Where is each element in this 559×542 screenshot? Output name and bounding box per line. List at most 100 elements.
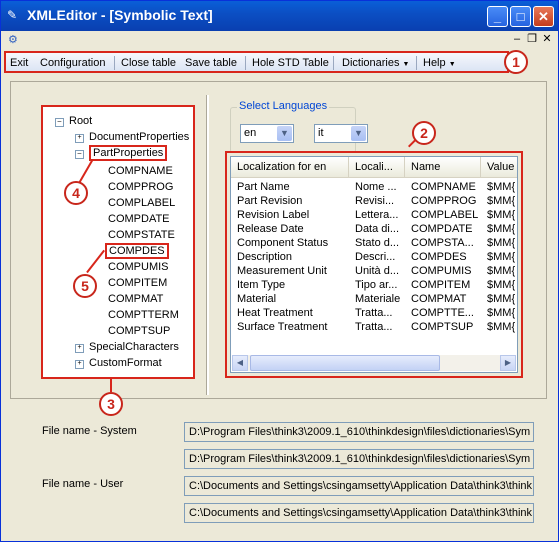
table-row[interactable]: Release Date Data di... COMPDATE $MM{ xyxy=(231,222,517,236)
table-cell[interactable]: Data di... xyxy=(349,222,405,236)
collapse-icon[interactable]: – xyxy=(55,118,64,127)
table-row[interactable]: Revision Label Lettera... COMPLABEL $MM{ xyxy=(231,208,517,222)
table-cell[interactable]: Surface Treatment xyxy=(231,320,349,334)
column-header-localization[interactable]: Localization for en xyxy=(231,157,349,177)
mdi-restore-icon[interactable]: ❐ xyxy=(525,33,539,46)
table-cell[interactable]: COMPPROG xyxy=(405,194,481,208)
table-cell[interactable]: $MM{ xyxy=(481,264,517,278)
tree-root[interactable]: – Root xyxy=(55,115,92,127)
table-cell[interactable]: $MM{ xyxy=(481,306,517,320)
table-cell[interactable]: Nome ... xyxy=(349,180,405,194)
scroll-left-icon[interactable]: ◀ xyxy=(232,355,248,371)
tree-leaf[interactable]: COMPUMIS xyxy=(108,261,169,273)
tree-leaf[interactable]: COMPMAT xyxy=(108,293,163,305)
table-cell[interactable]: $MM{ xyxy=(481,250,517,264)
chevron-down-icon[interactable]: ▼ xyxy=(351,126,366,141)
table-cell[interactable]: COMPMAT xyxy=(405,292,481,306)
table-cell[interactable]: COMPDATE xyxy=(405,222,481,236)
table-row[interactable]: Heat Treatment Tratta... COMPTTE... $MM{ xyxy=(231,306,517,320)
table-row[interactable]: Description Descri... COMPDES $MM{ xyxy=(231,250,517,264)
table-cell[interactable]: $MM{ xyxy=(481,222,517,236)
menu-exit[interactable]: Exit xyxy=(10,55,28,71)
table-cell[interactable]: Part Name xyxy=(231,180,349,194)
horizontal-scrollbar[interactable]: ◀ ▶ xyxy=(232,355,516,371)
table-cell[interactable]: $MM{ xyxy=(481,194,517,208)
table-cell[interactable]: Material xyxy=(231,292,349,306)
expand-icon[interactable]: + xyxy=(75,344,84,353)
close-button[interactable]: ✕ xyxy=(533,6,554,27)
language-2-select[interactable]: it ▼ xyxy=(314,124,368,143)
tree-leaf[interactable]: COMPLABEL xyxy=(108,197,175,209)
menu-hole-std-table[interactable]: Hole STD Table xyxy=(252,55,329,71)
table-row[interactable]: Part Revision Revisi... COMPPROG $MM{ xyxy=(231,194,517,208)
tree-leaf-selected[interactable]: COMPDES xyxy=(105,243,169,259)
tree-node-specialcharacters[interactable]: + SpecialCharacters xyxy=(75,341,179,353)
table-cell[interactable]: COMPSTA... xyxy=(405,236,481,250)
table-row[interactable]: Component Status Stato d... COMPSTA... $MM{ xyxy=(231,236,517,250)
language-1-select[interactable]: en ▼ xyxy=(240,124,294,143)
tree-leaf[interactable]: COMPTSUP xyxy=(108,325,170,337)
menu-dictionaries[interactable]: Dictionaries ▼ xyxy=(342,55,409,71)
menu-save-table[interactable]: Save table xyxy=(185,55,237,71)
table-cell[interactable]: $MM{ xyxy=(481,236,517,250)
table-cell[interactable]: COMPITEM xyxy=(405,278,481,292)
table-cell[interactable]: Release Date xyxy=(231,222,349,236)
collapse-icon[interactable]: – xyxy=(75,150,84,159)
table-cell[interactable]: Description xyxy=(231,250,349,264)
table-cell[interactable]: COMPTSUP xyxy=(405,320,481,334)
tree-leaf[interactable]: COMPTTERM xyxy=(108,309,179,321)
table-cell[interactable]: Stato d... xyxy=(349,236,405,250)
mdi-close-icon[interactable]: ✕ xyxy=(540,33,554,46)
file-user-field-1[interactable]: C:\Documents and Settings\csingamsetty\A… xyxy=(184,476,534,496)
tree-leaf[interactable]: COMPPROG xyxy=(108,181,173,193)
file-system-field-2[interactable]: D:\Program Files\think3\2009.1_610\think… xyxy=(184,449,534,469)
table-cell[interactable]: Tratta... xyxy=(349,306,405,320)
table-cell[interactable]: Materiale xyxy=(349,292,405,306)
table-cell[interactable]: Revisi... xyxy=(349,194,405,208)
table-cell[interactable]: COMPUMIS xyxy=(405,264,481,278)
menu-close-table[interactable]: Close table xyxy=(121,55,176,71)
table-cell[interactable]: $MM{ xyxy=(481,320,517,334)
table-cell[interactable]: Unità d... xyxy=(349,264,405,278)
file-system-field-1[interactable]: D:\Program Files\think3\2009.1_610\think… xyxy=(184,422,534,442)
table-cell[interactable]: Item Type xyxy=(231,278,349,292)
expand-icon[interactable]: + xyxy=(75,360,84,369)
tree-leaf[interactable]: COMPDATE xyxy=(108,213,170,225)
scroll-right-icon[interactable]: ▶ xyxy=(500,355,516,371)
minimize-button[interactable]: _ xyxy=(487,6,508,27)
tree-node-partproperties[interactable]: – PartProperties xyxy=(75,145,168,161)
table-cell[interactable]: Component Status xyxy=(231,236,349,250)
tree-view[interactable]: – Root + DocumentProperties – PartPropertie… xyxy=(41,105,195,379)
table-cell[interactable]: Revision Label xyxy=(231,208,349,222)
table-cell[interactable]: $MM{ xyxy=(481,278,517,292)
file-user-field-2[interactable]: C:\Documents and Settings\csingamsetty\A… xyxy=(184,503,534,523)
table-cell[interactable]: $MM{ xyxy=(481,292,517,306)
scroll-thumb[interactable] xyxy=(250,355,440,371)
mdi-minimize-icon[interactable]: – xyxy=(510,33,524,46)
maximize-button[interactable]: □ xyxy=(510,6,531,27)
table-cell[interactable]: Tipo ar... xyxy=(349,278,405,292)
table-cell[interactable]: COMPLABEL xyxy=(405,208,481,222)
table-row[interactable]: Measurement Unit Unità d... COMPUMIS $MM{ xyxy=(231,264,517,278)
column-header-name[interactable]: Name xyxy=(405,157,481,177)
table-cell[interactable]: Descri... xyxy=(349,250,405,264)
localization-grid[interactable]: Localization for en Locali... Name Value… xyxy=(230,156,518,373)
table-cell[interactable]: Tratta... xyxy=(349,320,405,334)
panel-splitter[interactable] xyxy=(206,95,209,395)
menu-help[interactable]: Help ▼ xyxy=(423,55,456,71)
tree-leaf[interactable]: COMPNAME xyxy=(108,165,173,177)
table-cell[interactable]: $MM{ xyxy=(481,208,517,222)
table-row[interactable]: Part Name Nome ... COMPNAME $MM{ xyxy=(231,180,517,194)
expand-icon[interactable]: + xyxy=(75,134,84,143)
title-bar[interactable]: ✎ XMLEditor - [Symbolic Text] _ □ ✕ xyxy=(1,1,558,31)
table-cell[interactable]: COMPNAME xyxy=(405,180,481,194)
tree-node-documentproperties[interactable]: + DocumentProperties xyxy=(75,131,189,143)
tree-node-customformat[interactable]: + CustomFormat xyxy=(75,357,162,369)
tree-leaf[interactable]: COMPITEM xyxy=(108,277,167,289)
table-cell[interactable]: COMPTTE... xyxy=(405,306,481,320)
table-row[interactable]: Surface Treatment Tratta... COMPTSUP $MM{ xyxy=(231,320,517,334)
menu-configuration[interactable]: Configuration xyxy=(40,55,105,71)
table-cell[interactable]: COMPDES xyxy=(405,250,481,264)
table-cell[interactable]: Part Revision xyxy=(231,194,349,208)
column-header-value[interactable]: Value xyxy=(481,157,517,177)
